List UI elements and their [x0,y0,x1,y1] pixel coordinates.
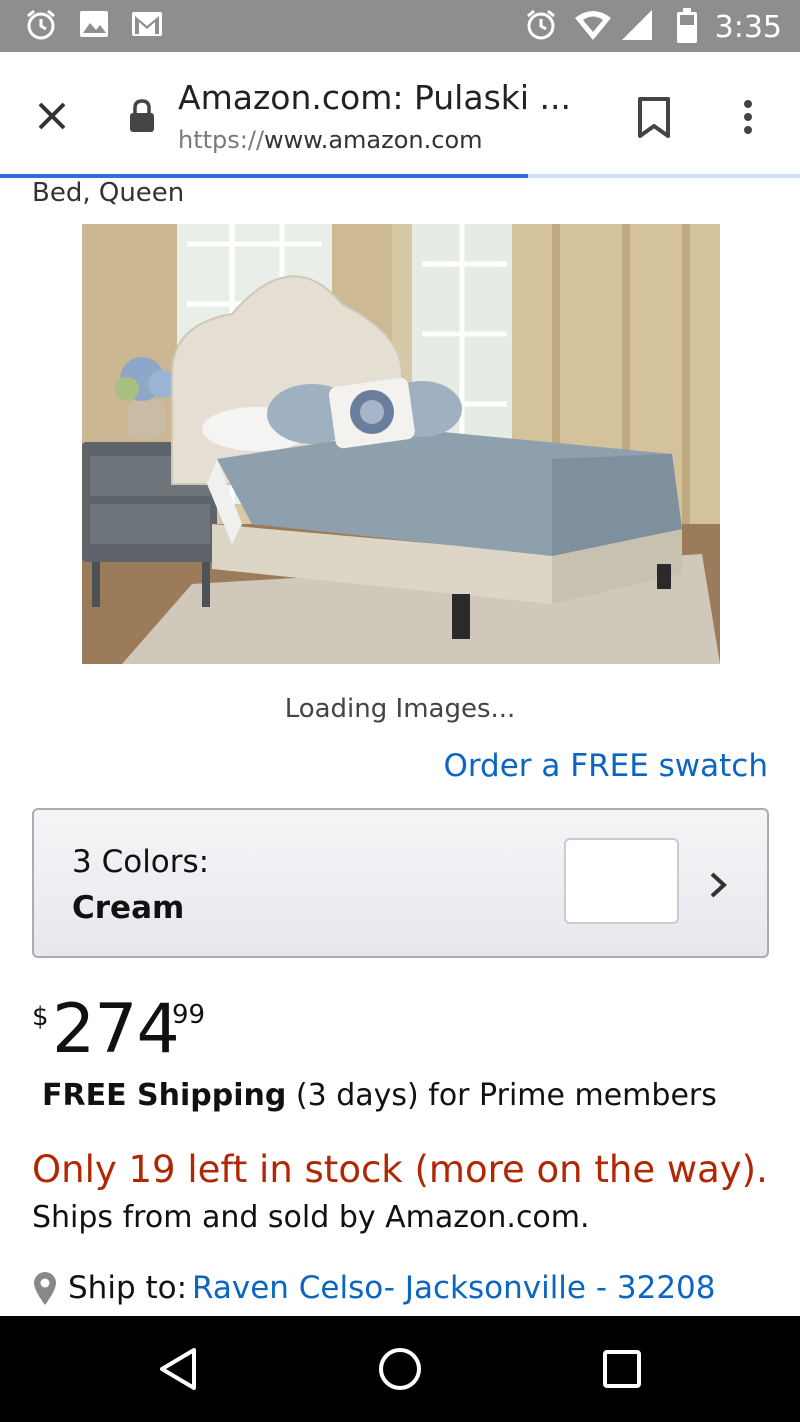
clock: 3:35 [714,10,782,45]
location-pin-icon [32,1270,58,1314]
product-title-fragment: Bed, Queen [32,178,185,208]
page-title[interactable]: Amazon.com: Pulaski ... [178,78,598,117]
stock-status: Only 19 left in stock (more on the way). [32,1148,768,1191]
signal-icon [620,8,654,47]
order-free-swatch-link[interactable]: Order a FREE swatch [443,748,768,784]
home-icon[interactable] [377,1346,423,1397]
close-icon[interactable] [30,94,74,143]
chevron-right-icon [706,868,730,907]
wifi-icon [574,8,612,47]
back-icon[interactable] [156,1346,202,1397]
price-fraction: 99 [172,1000,206,1030]
product-image[interactable] [82,224,720,664]
price-currency: $ [32,1002,49,1032]
selected-color: Cream [72,890,185,926]
image-icon [78,8,110,45]
alarm-icon [24,8,58,47]
sold-by: Ships from and sold by Amazon.com. [32,1200,590,1235]
shipping-details: (3 days) for Prime members [286,1078,717,1113]
system-nav-bar [0,1316,800,1422]
browser-toolbar: Amazon.com: Pulaski ... https://www.amaz… [0,52,800,176]
free-shipping-label: FREE Shipping [42,1078,287,1113]
shipping-info: FREE Shipping (3 days) for Prime members [42,1078,717,1113]
url-bar[interactable]: https://www.amazon.com [178,126,483,154]
gmail-icon [130,8,164,45]
status-bar: 3:35 [0,0,800,52]
ship-to-label: Ship to: [68,1270,188,1306]
color-swatch-chip [564,838,679,924]
url-protocol: https:// [178,126,265,154]
color-selector[interactable]: 3 Colors: Cream [32,808,769,958]
loading-images-text: Loading Images... [284,694,516,724]
alarm-icon [524,8,558,47]
url-host: www.amazon.com [264,126,483,154]
battery-icon [676,8,698,49]
bookmark-icon[interactable] [636,96,672,145]
ship-to-address-link[interactable]: Raven Celso- Jacksonville - 32208 [192,1270,716,1306]
overflow-menu-icon[interactable] [738,96,758,145]
price-whole: 274 [52,990,180,1069]
recents-icon[interactable] [602,1346,642,1397]
lock-icon[interactable] [128,98,156,139]
color-count-label: 3 Colors: [72,844,210,880]
